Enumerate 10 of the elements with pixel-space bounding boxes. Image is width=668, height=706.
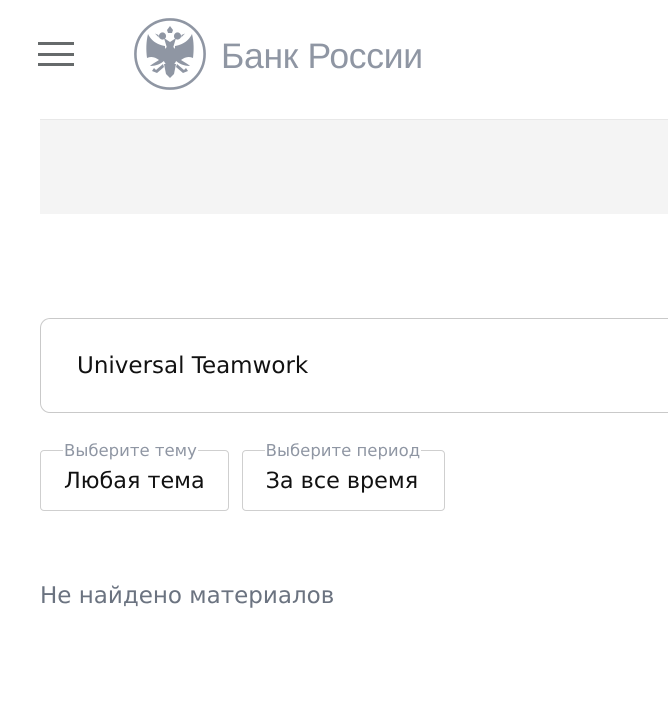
eagle-emblem-icon [134,18,206,90]
floating-label: Выберите период [264,441,422,460]
search-field[interactable]: Universal Teamwork [40,318,668,413]
filter-dropdown[interactable]: Выберите тему Любая тема [40,441,229,511]
empty-message: Не найдено материалов [40,583,334,609]
floating-label: Выберите тему [63,441,198,460]
selected-value: За все время [266,468,420,494]
filter-dropdown[interactable]: Выберите период За все время [242,441,446,511]
selected-value: Любая тема [64,468,205,494]
menu-button[interactable] [38,42,74,66]
